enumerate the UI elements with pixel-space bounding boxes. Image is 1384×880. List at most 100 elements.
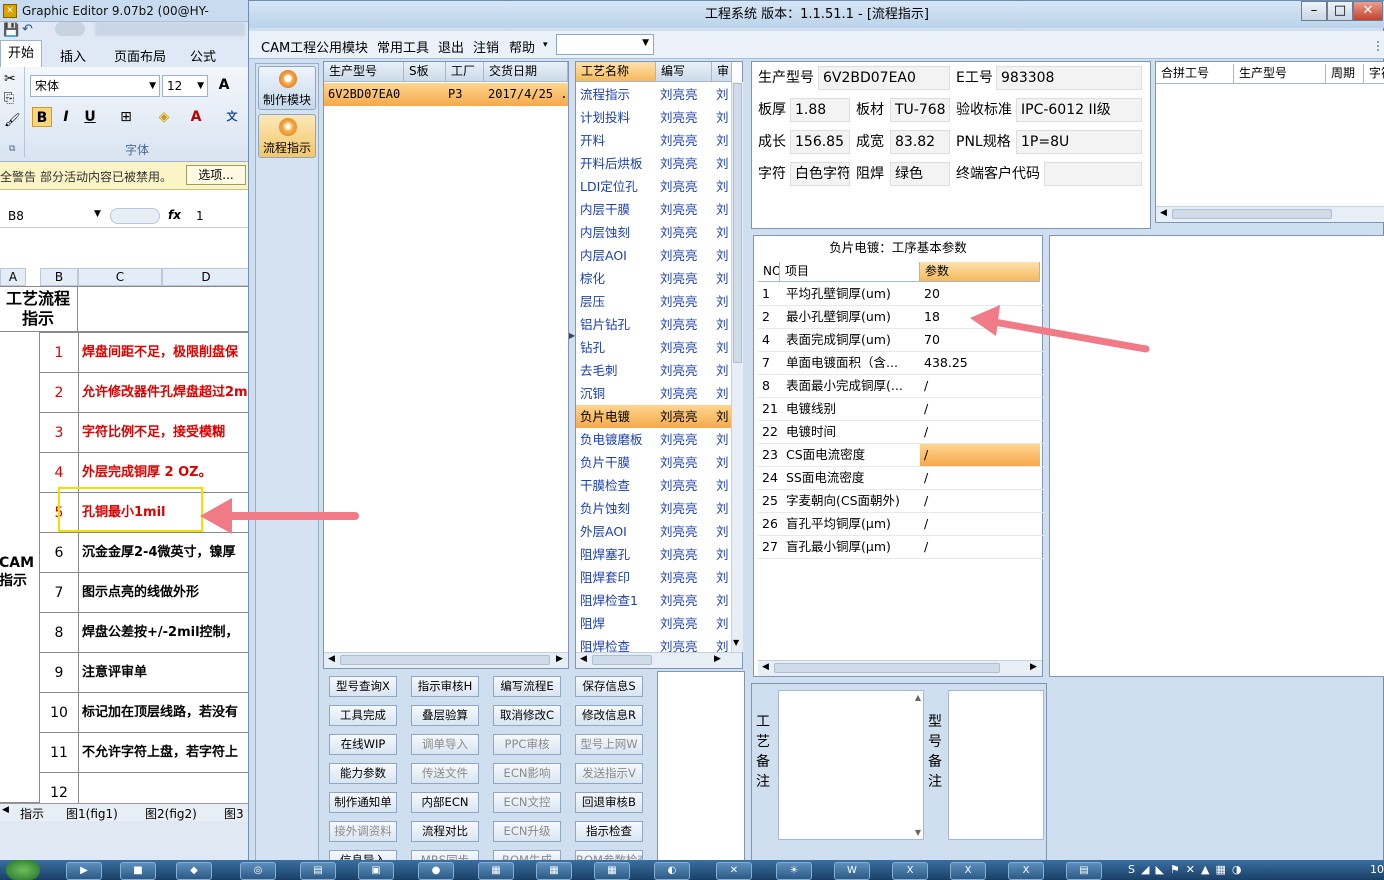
process-row[interactable]: 内层干膜 刘亮亮 刘 (576, 198, 731, 221)
standard-field[interactable]: IPC-6012 II级 (1016, 98, 1142, 122)
order-hscroll[interactable]: ◀ ▶ (324, 652, 568, 668)
param-row[interactable]: 23 CS面电流密度 / (758, 444, 1044, 467)
taskbar-icon-6[interactable]: ▣ (358, 862, 394, 880)
action-button[interactable]: 回退审核B (575, 792, 643, 813)
menu-cam[interactable]: CAM工程 (261, 37, 316, 56)
char-field[interactable]: 白色字符 (790, 162, 850, 186)
cam-merged-cell[interactable]: CAM指示 (0, 331, 40, 803)
taskbar-icon-1[interactable]: ▶ (66, 862, 102, 880)
action-button[interactable]: 指示检查 (575, 821, 643, 842)
menu-logout[interactable]: 注销 (473, 37, 499, 56)
process-row[interactable]: 负片电镀 刘亮亮 刘 (576, 405, 731, 428)
taskbar-icon-16[interactable]: X (950, 862, 986, 880)
tray-icons[interactable]: S◢◣⚑✕▲▦◑ (1128, 863, 1247, 876)
col-merge-model[interactable]: 生产型号 (1234, 64, 1326, 84)
taskbar-icon-8[interactable]: ▦ (478, 862, 514, 880)
taskbar-icon-2[interactable]: ■ (120, 862, 156, 880)
row-text[interactable]: 图示点亮的线做外形 (78, 572, 250, 613)
tab-home[interactable]: 开始 (0, 40, 42, 67)
process-row[interactable]: 开料 刘亮亮 刘 (576, 129, 731, 152)
process-row[interactable]: 负电镀磨板 刘亮亮 刘 (576, 428, 731, 451)
customer-field[interactable] (1044, 162, 1142, 186)
param-row[interactable]: 25 字麦朝向(CS面朝外) / (758, 490, 1044, 513)
taskbar-icon-18[interactable]: ▤ (1066, 862, 1102, 880)
column-header-a[interactable]: A (0, 268, 26, 286)
param-row[interactable]: 27 盲孔最小铜厚(μm) / (758, 536, 1044, 559)
column-header-d[interactable]: D (162, 268, 250, 286)
taskbar-icon-9[interactable]: ▦ (536, 862, 572, 880)
process-instruction-button[interactable]: ◉ 流程指示 (258, 114, 316, 158)
row-text[interactable]: 允许修改器件孔焊盘超过2m (78, 372, 250, 413)
menu-common-tools[interactable]: 常用工具 (377, 37, 429, 56)
process-row[interactable]: 阻焊检查1 刘亮亮 刘 (576, 589, 731, 612)
sheet-tab-1[interactable]: 图1(fig1) (66, 805, 118, 822)
clipboard-launcher-icon[interactable]: ⧉ (9, 144, 15, 154)
process-row[interactable]: 钻孔 刘亮亮 刘 (576, 336, 731, 359)
action-button[interactable]: 内部ECN (411, 792, 479, 813)
process-row[interactable]: 负片干膜 刘亮亮 刘 (576, 451, 731, 474)
clock[interactable]: 10 (1370, 863, 1384, 876)
underline-button[interactable]: U (80, 107, 100, 127)
minimize-button[interactable]: – (1301, 1, 1327, 21)
sheet-tab-3[interactable]: 图3 (224, 805, 244, 822)
action-button[interactable]: 编写流程E (493, 676, 561, 697)
action-button[interactable]: 接外调资料 (329, 821, 397, 842)
action-button[interactable]: 调单导入 (411, 734, 479, 755)
param-row[interactable]: 21 电镀线别 / (758, 398, 1044, 421)
function-icon[interactable]: fx (168, 208, 181, 222)
process-row[interactable]: 铝片钻孔 刘亮亮 刘 (576, 313, 731, 336)
fill-color-icon[interactable]: ◈ (154, 107, 174, 127)
process-row[interactable]: 干膜检查 刘亮亮 刘 (576, 474, 731, 497)
taskbar-icon-13[interactable]: ☀ (776, 862, 812, 880)
material-field[interactable]: TU-768 (890, 98, 950, 122)
start-button[interactable] (6, 860, 40, 880)
col-no[interactable]: NO (758, 262, 780, 282)
font-size-select[interactable]: 12 ▼ (162, 75, 208, 97)
grow-font-icon[interactable]: A (214, 75, 234, 95)
action-button[interactable]: PPC审核 (493, 734, 561, 755)
param-row[interactable]: 24 SS面电流密度 / (758, 467, 1044, 490)
action-button[interactable]: 工具完成 (329, 705, 397, 726)
bold-button[interactable]: B (32, 107, 52, 127)
sheet-tab-0[interactable]: 指示 (20, 805, 44, 822)
process-row[interactable]: 内层AOI 刘亮亮 刘 (576, 244, 731, 267)
row-text[interactable]: 焊盘公差按+/-2mil控制， (78, 612, 250, 653)
column-header-c[interactable]: C (78, 268, 162, 286)
phonetic-icon[interactable]: 文 (222, 107, 242, 127)
process-row[interactable]: 开料后烘板 刘亮亮 刘 (576, 152, 731, 175)
pnl-field[interactable]: 1P=8U (1016, 130, 1142, 154)
param-row[interactable]: 2 最小孔壁铜厚(um) 18 (758, 306, 1044, 329)
merge-hscroll[interactable]: ◀ (1156, 206, 1384, 222)
menu-exit[interactable]: 退出 (438, 37, 464, 56)
save-icon[interactable]: 💾 (3, 23, 19, 38)
column-header-b[interactable]: B (40, 268, 78, 286)
col-item[interactable]: 项目 (780, 262, 920, 282)
cut-icon[interactable]: ✂ (4, 71, 16, 87)
param-row[interactable]: 26 盲孔平均铜厚(μm) / (758, 513, 1044, 536)
italic-button[interactable]: I (56, 107, 76, 127)
taskbar-icon-3[interactable]: ◆ (176, 862, 212, 880)
action-button[interactable]: 型号上网W (575, 734, 643, 755)
sheet-tab-2[interactable]: 图2(fig2) (145, 805, 197, 822)
process-row[interactable]: 流程指示 刘亮亮 刘 (576, 83, 731, 106)
mask-field[interactable]: 绿色 (890, 162, 950, 186)
width-field[interactable]: 83.82 (890, 130, 950, 154)
taskbar-icon-4[interactable]: ◎ (240, 862, 276, 880)
row-number[interactable]: 1 (39, 332, 79, 373)
model-note-textarea[interactable] (948, 690, 1044, 840)
action-button[interactable]: 流程对比 (411, 821, 479, 842)
tab-insert[interactable]: 插入 (60, 46, 86, 65)
process-row[interactable]: 沉铜 刘亮亮 刘 (576, 382, 731, 405)
col-merge-cycle[interactable]: 周期 (1326, 64, 1364, 84)
action-button[interactable]: 制作通知单 (329, 792, 397, 813)
param-row[interactable]: 8 表面最小完成铜厚(... / (758, 375, 1044, 398)
undo-icon[interactable]: ↶ (22, 22, 33, 37)
action-button[interactable]: ECN文控 (493, 792, 561, 813)
process-row[interactable]: 棕化 刘亮亮 刘 (576, 267, 731, 290)
row-text[interactable]: 标记加在顶层线路，若没有 (78, 692, 250, 733)
col-merge-no[interactable]: 合拼工号 (1156, 64, 1234, 84)
col-delivery[interactable]: 交货日期 (484, 62, 568, 82)
row-number[interactable]: 3 (39, 412, 79, 453)
param-row[interactable]: 4 表面完成铜厚(um) 70 (758, 329, 1044, 352)
row-text[interactable]: 不允许字符上盘，若字符上 (78, 732, 250, 773)
